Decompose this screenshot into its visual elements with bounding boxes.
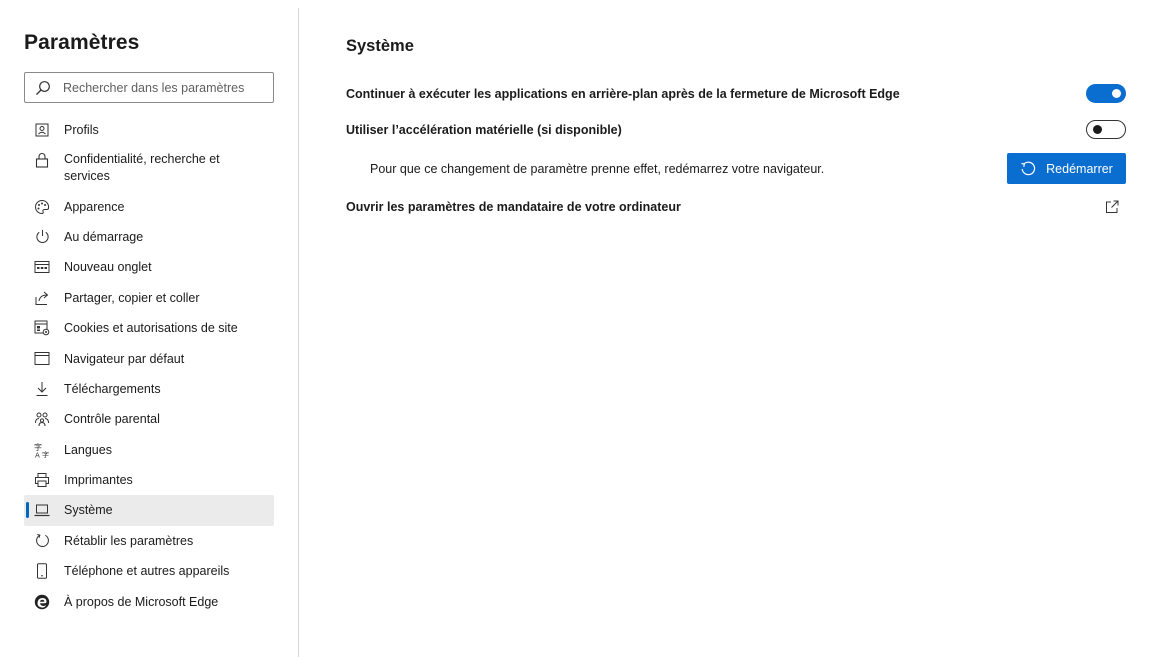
settings-sidebar: Paramètres Profils Confidentialité, rech… [0,0,299,657]
restart-icon [1020,161,1036,177]
family-icon [34,411,50,427]
background-apps-row: Continuer à exécuter les applications en… [346,84,1126,103]
sidebar-item-phone[interactable]: Téléphone et autres appareils [24,556,274,586]
profile-icon [34,122,50,138]
sidebar-item-appearance[interactable]: Apparence [24,191,274,221]
search-icon [34,79,52,97]
sidebar-item-printers[interactable]: Imprimantes [24,465,274,495]
restart-notice-text: Pour que ce changement de paramètre pren… [370,161,825,176]
sidebar-item-label: Système [64,503,113,518]
cookies-icon [34,320,50,336]
hardware-accel-row: Utiliser l’accélération matérielle (si d… [346,120,1126,139]
toggle-knob [1112,89,1121,98]
browser-icon [34,351,50,367]
sidebar-item-startup[interactable]: Au démarrage [24,222,274,252]
settings-nav: Profils Confidentialité, recherche et se… [24,115,274,617]
new-tab-icon [34,259,50,275]
sidebar-item-reset[interactable]: Rétablir les paramètres [24,526,274,556]
sidebar-item-privacy[interactable]: Confidentialité, recherche et services [24,145,274,191]
sidebar-item-downloads[interactable]: Téléchargements [24,374,274,404]
proxy-label: Ouvrir les paramètres de mandataire de v… [346,200,681,214]
sidebar-item-new-tab[interactable]: Nouveau onglet [24,252,274,282]
sidebar-item-label: Profils [64,123,99,138]
sidebar-divider [298,8,299,657]
search-input[interactable] [63,80,263,95]
hardware-accel-label: Utiliser l’accélération matérielle (si d… [346,122,622,137]
sidebar-item-share[interactable]: Partager, copier et coller [24,283,274,313]
sidebar-item-label: Navigateur par défaut [64,351,185,366]
svg-text:字: 字 [42,450,49,458]
restart-notice-row: Pour que ce changement de paramètre pren… [346,153,1126,184]
page-title: Système [346,37,414,55]
power-icon [34,229,50,245]
sidebar-item-label: Confidentialité, recherche et services [64,152,220,184]
svg-text:A: A [35,451,40,458]
phone-icon [34,563,50,579]
sidebar-item-label: Au démarrage [64,229,144,244]
restart-button-label: Redémarrer [1046,161,1113,176]
sidebar-item-label: Téléphone et autres appareils [64,564,230,579]
sidebar-item-label: Apparence [64,199,125,214]
share-icon [34,290,50,306]
sidebar-item-default-browser[interactable]: Navigateur par défaut [24,343,274,373]
sidebar-item-label: Nouveau onglet [64,260,152,275]
sidebar-item-about[interactable]: À propos de Microsoft Edge [24,586,274,616]
sidebar-item-languages[interactable]: 字A字 Langues [24,435,274,465]
background-apps-label: Continuer à exécuter les applications en… [346,86,900,101]
sidebar-item-label: Rétablir les paramètres [64,533,194,548]
sidebar-title: Paramètres [24,31,140,54]
printer-icon [34,472,50,488]
sidebar-item-label: Cookies et autorisations de site [64,321,238,336]
palette-icon [34,199,50,215]
sidebar-item-system[interactable]: Système [24,495,274,526]
external-link-icon[interactable] [1104,199,1120,215]
reset-icon [34,533,50,549]
download-icon [34,381,50,397]
proxy-row[interactable]: Ouvrir les paramètres de mandataire de v… [346,199,1126,215]
sidebar-item-profils[interactable]: Profils [24,115,274,145]
toggle-knob [1093,125,1102,134]
svg-text:字: 字 [34,442,42,452]
hardware-accel-toggle[interactable] [1086,120,1126,139]
edge-logo-icon [34,594,50,610]
sidebar-item-label: À propos de Microsoft Edge [64,594,219,609]
sidebar-item-label: Téléchargements [64,381,161,396]
background-apps-toggle[interactable] [1086,84,1126,103]
sidebar-item-cookies[interactable]: Cookies et autorisations de site [24,313,274,343]
language-icon: 字A字 [34,442,50,458]
sidebar-item-label: Partager, copier et coller [64,290,200,305]
sidebar-item-parental[interactable]: Contrôle parental [24,404,274,434]
sidebar-item-label: Contrôle parental [64,412,160,427]
search-box[interactable] [24,72,274,103]
lock-icon [34,152,50,168]
sidebar-item-label: Imprimantes [64,473,133,488]
sidebar-item-label: Langues [64,442,112,457]
laptop-icon [34,502,50,518]
restart-button[interactable]: Redémarrer [1007,153,1126,184]
